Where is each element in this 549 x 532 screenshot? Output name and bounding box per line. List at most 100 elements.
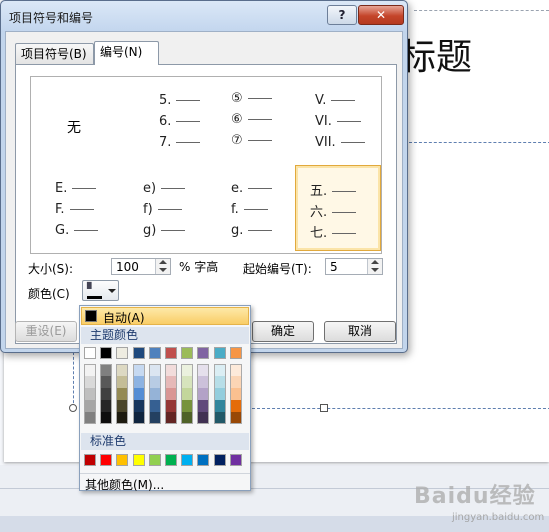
theme-shade-swatch[interactable] (165, 412, 177, 424)
theme-shade-swatch[interactable] (197, 364, 210, 376)
theme-shade-swatch[interactable] (229, 400, 242, 412)
theme-colors-header: 主题颜色 (81, 327, 249, 344)
theme-shade-swatch[interactable] (116, 412, 129, 424)
theme-shade-swatch[interactable] (132, 388, 145, 400)
color-picker-button[interactable]: ▘ (82, 280, 119, 301)
numbering-option-roman[interactable]: V. VI. VII. (297, 79, 383, 165)
theme-shade-swatch[interactable] (84, 364, 96, 376)
theme-shade-swatch[interactable] (229, 376, 242, 388)
standard-color-swatch[interactable] (116, 454, 129, 466)
theme-shade-swatch[interactable] (100, 412, 113, 424)
theme-shade-swatch[interactable] (165, 400, 177, 412)
tab-numbering[interactable]: 编号(N) (94, 41, 159, 65)
theme-shade-swatch[interactable] (181, 412, 194, 424)
standard-color-swatch[interactable] (213, 454, 226, 466)
tab-bullets[interactable]: 项目符号(B) (15, 43, 94, 64)
resize-handle-bottom-left[interactable] (69, 404, 77, 412)
theme-shade-swatch[interactable] (181, 400, 194, 412)
theme-shade-swatch[interactable] (116, 364, 129, 376)
theme-shade-swatch[interactable] (181, 376, 194, 388)
start-at-spinner-arrows[interactable] (367, 259, 382, 274)
numbering-option-lower-alpha-paren[interactable]: e) f) g) (121, 167, 207, 253)
start-at-spinner[interactable]: 5 (325, 258, 383, 275)
theme-shade-swatch[interactable] (84, 400, 96, 412)
reset-button[interactable]: 重设(E) (15, 321, 77, 342)
size-spinner[interactable]: 100 (111, 258, 171, 275)
theme-shade-swatch[interactable] (229, 412, 242, 424)
theme-shade-swatch[interactable] (229, 364, 242, 376)
theme-shade-swatch[interactable] (213, 376, 226, 388)
theme-shade-swatch[interactable] (148, 388, 161, 400)
theme-color-swatch[interactable] (84, 347, 96, 359)
standard-color-swatch[interactable] (197, 454, 210, 466)
theme-shade-swatch[interactable] (148, 400, 161, 412)
theme-shade-swatch[interactable] (116, 388, 129, 400)
theme-color-swatch[interactable] (229, 347, 242, 359)
standard-color-swatch[interactable] (181, 454, 194, 466)
theme-shade-swatch[interactable] (84, 376, 96, 388)
standard-color-swatch[interactable] (229, 454, 242, 466)
automatic-color-item[interactable]: 自动(A) (81, 307, 249, 325)
cancel-button[interactable]: 取消 (324, 321, 396, 342)
standard-color-swatch[interactable] (100, 454, 113, 466)
theme-color-swatch[interactable] (197, 347, 210, 359)
theme-shade-swatch[interactable] (213, 400, 226, 412)
theme-shade-swatch[interactable] (213, 364, 226, 376)
theme-color-swatch[interactable] (100, 347, 113, 359)
theme-shade-swatch[interactable] (132, 364, 145, 376)
standard-color-swatch[interactable] (165, 454, 177, 466)
theme-shade-swatch[interactable] (116, 400, 129, 412)
standard-color-swatch[interactable] (84, 454, 96, 466)
theme-color-swatch[interactable] (148, 347, 161, 359)
theme-shade-swatch[interactable] (213, 412, 226, 424)
theme-shade-swatch[interactable] (132, 412, 145, 424)
more-colors-item[interactable]: 其他颜色(M)... (80, 473, 250, 492)
theme-shade-swatch[interactable] (148, 364, 161, 376)
theme-shade-swatch[interactable] (116, 376, 129, 388)
theme-shade-swatch[interactable] (100, 388, 113, 400)
theme-shade-swatch[interactable] (84, 412, 96, 424)
theme-color-swatch[interactable] (165, 347, 177, 359)
theme-shade-swatch[interactable] (100, 364, 113, 376)
theme-shade-swatch[interactable] (197, 412, 210, 424)
numbering-option-arabic[interactable]: 5. 6. 7. (121, 79, 207, 165)
theme-shade-swatch[interactable] (181, 388, 194, 400)
dialog-titlebar[interactable]: 项目符号和编号 ? ✕ (1, 1, 407, 31)
numbering-option-chinese-selected[interactable]: 五. 六. 七. (295, 165, 381, 251)
theme-color-swatch[interactable] (116, 347, 129, 359)
numbering-option-upper-alpha[interactable]: E. F. G. (33, 167, 119, 253)
numbering-option-none[interactable]: 无 (33, 79, 119, 165)
theme-shade-swatch[interactable] (100, 376, 113, 388)
theme-color-swatch[interactable] (132, 347, 145, 359)
close-button[interactable]: ✕ (358, 5, 404, 25)
theme-color-swatch[interactable] (181, 347, 194, 359)
theme-shade-swatch[interactable] (100, 400, 113, 412)
theme-shade-swatch[interactable] (197, 388, 210, 400)
theme-shade-swatch[interactable] (84, 388, 96, 400)
theme-shade-swatch[interactable] (148, 412, 161, 424)
help-button[interactable]: ? (327, 5, 357, 25)
numbering-option-circled[interactable]: ⑤ ⑥ ⑦ (209, 79, 295, 165)
theme-shade-swatch[interactable] (165, 364, 177, 376)
theme-shade-swatch[interactable] (197, 400, 210, 412)
theme-shade-swatch[interactable] (132, 400, 145, 412)
theme-shade-swatch[interactable] (181, 364, 194, 376)
theme-shade-swatch[interactable] (132, 376, 145, 388)
standard-color-swatch[interactable] (132, 454, 145, 466)
theme-shade-swatch[interactable] (229, 388, 242, 400)
theme-shade-swatch[interactable] (197, 376, 210, 388)
slide-title-text[interactable]: 标题 (400, 36, 472, 80)
ok-button[interactable]: 确定 (252, 321, 314, 342)
theme-shade-swatch[interactable] (148, 376, 161, 388)
start-at-value[interactable]: 5 (330, 260, 338, 274)
numbering-option-lower-alpha[interactable]: e. f. g. (209, 167, 295, 253)
theme-shade-swatch[interactable] (213, 388, 226, 400)
standard-color-swatch[interactable] (148, 454, 161, 466)
option-marker: e. (231, 181, 244, 196)
theme-color-swatch[interactable] (213, 347, 226, 359)
size-value[interactable]: 100 (116, 260, 139, 274)
theme-shade-swatch[interactable] (165, 376, 177, 388)
theme-shade-swatch[interactable] (165, 388, 177, 400)
resize-handle-bottom-middle[interactable] (320, 404, 328, 412)
size-spinner-arrows[interactable] (155, 259, 170, 274)
